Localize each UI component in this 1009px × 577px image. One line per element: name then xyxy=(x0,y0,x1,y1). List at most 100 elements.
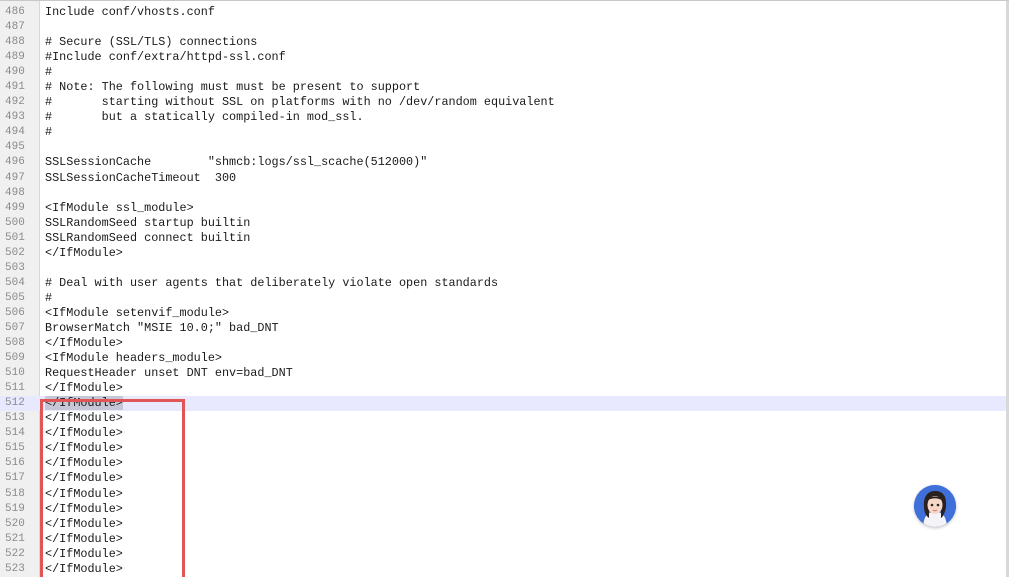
code-lines[interactable]: 486 Include conf/vhosts.conf 487 488 # Secur… xyxy=(0,5,1006,577)
line-text[interactable]: </IfModule> xyxy=(45,471,123,486)
line-text[interactable]: </IfModule> xyxy=(45,532,123,547)
code-line[interactable]: 508 </IfModule> xyxy=(0,336,1006,351)
code-line[interactable]: 518 </IfModule> xyxy=(0,487,1006,502)
code-line[interactable]: 515 </IfModule> xyxy=(0,441,1006,456)
line-text[interactable]: </IfModule> xyxy=(45,381,123,396)
code-line[interactable]: 502 </IfModule> xyxy=(0,246,1006,261)
line-number: 494 xyxy=(5,126,25,139)
line-number: 520 xyxy=(5,517,25,530)
line-text[interactable]: # but a statically compiled-in mod_ssl. xyxy=(45,110,364,125)
line-text[interactable]: SSLSessionCache "shmcb:logs/ssl_scache(5… xyxy=(45,155,427,170)
code-line[interactable]: 497 SSLSessionCacheTimeout 300 xyxy=(0,171,1006,186)
code-line[interactable]: 488 # Secure (SSL/TLS) connections xyxy=(0,35,1006,50)
code-line[interactable]: 486 Include conf/vhosts.conf xyxy=(0,5,1006,20)
code-line[interactable]: 506 <IfModule setenvif_module> xyxy=(0,306,1006,321)
code-line[interactable]: 499 <IfModule ssl_module> xyxy=(0,201,1006,216)
line-number: 500 xyxy=(5,216,25,229)
line-number: 505 xyxy=(5,291,25,304)
line-text[interactable]: # xyxy=(45,291,52,306)
line-number: 496 xyxy=(5,156,25,169)
code-line[interactable]: 517 </IfModule> xyxy=(0,471,1006,486)
selected-text[interactable]: </IfModule> xyxy=(45,396,123,411)
line-text[interactable]: RequestHeader unset DNT env=bad_DNT xyxy=(45,366,293,381)
assistant-avatar-icon[interactable] xyxy=(914,485,956,527)
line-text[interactable]: </IfModule> xyxy=(45,502,123,517)
line-text[interactable]: SSLSessionCacheTimeout 300 xyxy=(45,171,236,186)
line-text[interactable]: </IfModule> xyxy=(45,411,123,426)
line-text[interactable]: <IfModule headers_module> xyxy=(45,351,222,366)
line-text[interactable]: </IfModule> xyxy=(45,336,123,351)
line-text[interactable]: <IfModule setenvif_module> xyxy=(45,306,229,321)
code-line[interactable]: 492 # starting without SSL on platforms w… xyxy=(0,95,1006,110)
line-text[interactable]: SSLRandomSeed startup builtin xyxy=(45,216,250,231)
code-line[interactable]: 519 </IfModule> xyxy=(0,502,1006,517)
code-line[interactable]: 509 <IfModule headers_module> xyxy=(0,351,1006,366)
text-editor[interactable]: 486 Include conf/vhosts.conf 487 488 # Secur… xyxy=(0,0,1009,577)
line-text[interactable]: # xyxy=(45,65,52,80)
line-number: 493 xyxy=(5,111,25,124)
code-line[interactable]: 495 xyxy=(0,140,1006,155)
line-text[interactable]: </IfModule> xyxy=(45,456,123,471)
code-line[interactable]: 493 # but a statically compiled-in mod_ss… xyxy=(0,110,1006,125)
code-line[interactable]: 487 xyxy=(0,20,1006,35)
line-number: 522 xyxy=(5,547,25,560)
line-number: 501 xyxy=(5,231,25,244)
line-number: 502 xyxy=(5,246,25,259)
line-text[interactable]: # Deal with user agents that deliberatel… xyxy=(45,276,498,291)
line-text[interactable]: </IfModule> xyxy=(45,547,123,562)
line-text[interactable]: # Secure (SSL/TLS) connections xyxy=(45,35,257,50)
code-line[interactable]: 501 SSLRandomSeed connect builtin xyxy=(0,231,1006,246)
code-line[interactable]: 490 # xyxy=(0,65,1006,80)
line-text[interactable]: <IfModule ssl_module> xyxy=(45,201,194,216)
code-line[interactable]: 496 SSLSessionCache "shmcb:logs/ssl_scach… xyxy=(0,155,1006,170)
line-number: 519 xyxy=(5,502,25,515)
line-number: 512 xyxy=(5,397,25,410)
code-line[interactable]: 522 </IfModule> xyxy=(0,547,1006,562)
line-number: 492 xyxy=(5,96,25,109)
code-line[interactable]: 510 RequestHeader unset DNT env=bad_DNT xyxy=(0,366,1006,381)
code-line[interactable]: 505 # xyxy=(0,291,1006,306)
line-text[interactable]: </IfModule> xyxy=(45,426,123,441)
line-text[interactable]: </IfModule> xyxy=(45,246,123,261)
line-text[interactable]: SSLRandomSeed connect builtin xyxy=(45,231,250,246)
code-line[interactable]: 494 # xyxy=(0,125,1006,140)
line-number: 487 xyxy=(5,21,25,34)
line-number: 513 xyxy=(5,412,25,425)
line-text[interactable]: #Include conf/extra/httpd-ssl.conf xyxy=(45,50,286,65)
line-text[interactable]: </IfModule> xyxy=(45,517,123,532)
code-line[interactable]: 511 </IfModule> xyxy=(0,381,1006,396)
line-text[interactable]: </IfModule> xyxy=(45,562,123,577)
line-text[interactable]: </IfModule> xyxy=(45,396,123,411)
line-number: 518 xyxy=(5,487,25,500)
line-text[interactable]: # Note: The following must must be prese… xyxy=(45,80,420,95)
line-number: 508 xyxy=(5,337,25,350)
line-text[interactable]: # starting without SSL on platforms with… xyxy=(45,95,555,110)
code-line[interactable]: 491 # Note: The following must must be pr… xyxy=(0,80,1006,95)
line-number: 489 xyxy=(5,51,25,64)
line-number: 516 xyxy=(5,457,25,470)
line-number: 514 xyxy=(5,427,25,440)
code-line[interactable]: 500 SSLRandomSeed startup builtin xyxy=(0,216,1006,231)
code-line[interactable]: 503 xyxy=(0,261,1006,276)
line-number: 503 xyxy=(5,261,25,274)
line-number: 507 xyxy=(5,321,25,334)
code-line[interactable]: 513 </IfModule> xyxy=(0,411,1006,426)
line-text[interactable]: </IfModule> xyxy=(45,487,123,502)
code-line[interactable]: 523 </IfModule> xyxy=(0,562,1006,577)
line-text[interactable]: </IfModule> xyxy=(45,441,123,456)
code-line[interactable]: 489 #Include conf/extra/httpd-ssl.conf xyxy=(0,50,1006,65)
code-line[interactable]: 498 xyxy=(0,186,1006,201)
line-number: 511 xyxy=(5,382,25,395)
line-text[interactable]: BrowserMatch "MSIE 10.0;" bad_DNT xyxy=(45,321,279,336)
code-line[interactable]: 512 </IfModule> xyxy=(0,396,1006,412)
line-text[interactable]: # xyxy=(45,125,52,140)
code-line[interactable]: 520 </IfModule> xyxy=(0,517,1006,532)
line-number: 517 xyxy=(5,472,25,485)
code-line[interactable]: 504 # Deal with user agents that delibera… xyxy=(0,276,1006,291)
line-number: 509 xyxy=(5,352,25,365)
code-line[interactable]: 521 </IfModule> xyxy=(0,532,1006,547)
line-text[interactable]: Include conf/vhosts.conf xyxy=(45,5,215,20)
code-line[interactable]: 514 </IfModule> xyxy=(0,426,1006,441)
code-line[interactable]: 507 BrowserMatch "MSIE 10.0;" bad_DNT xyxy=(0,321,1006,336)
code-line[interactable]: 516 </IfModule> xyxy=(0,456,1006,471)
